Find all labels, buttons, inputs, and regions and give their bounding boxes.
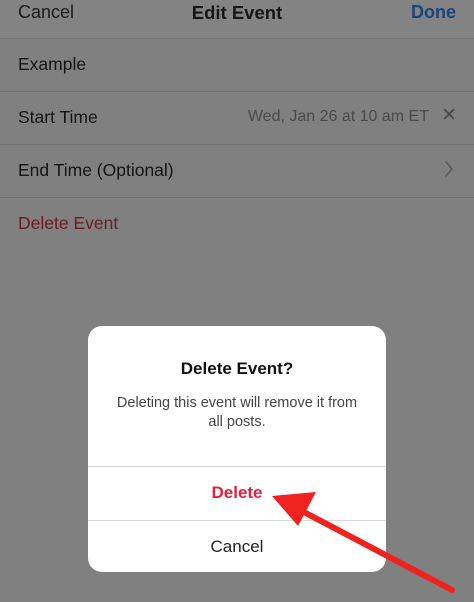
event-name-value[interactable]: Example [18, 54, 86, 75]
end-time-label: End Time (Optional) [18, 160, 174, 180]
end-time-row[interactable]: End Time (Optional) [0, 144, 474, 197]
clear-icon[interactable]: ✕ [441, 104, 457, 127]
start-time-value[interactable]: Wed, Jan 26 at 10 am ET [248, 108, 429, 126]
start-time-row[interactable]: Start Time Wed, Jan 26 at 10 am ET ✕ [0, 91, 474, 144]
alert-cancel-button[interactable]: Cancel [88, 521, 386, 572]
chevron-right-icon [445, 161, 453, 177]
delete-event-row[interactable]: Delete Event [0, 197, 474, 250]
done-button[interactable]: Done [411, 2, 456, 23]
delete-event-button[interactable]: Delete Event [18, 213, 118, 234]
alert-message: Deleting this event will remove it from … [116, 395, 358, 430]
event-name-row[interactable]: Example [0, 38, 474, 91]
edit-event-screen: Cancel Edit Event Done Example Start Tim… [0, 0, 474, 602]
page-title: Edit Event [191, 2, 283, 23]
event-form: Example Start Time Wed, Jan 26 at 10 am … [0, 38, 474, 250]
alert-delete-button[interactable]: Delete [88, 467, 386, 519]
start-time-label: Start Time [18, 107, 98, 127]
alert-title: Delete Event? [180, 359, 294, 378]
navigation-bar: Cancel Edit Event Done [0, 0, 474, 38]
delete-confirmation-alert: Delete Event? Deleting this event will r… [88, 326, 386, 572]
